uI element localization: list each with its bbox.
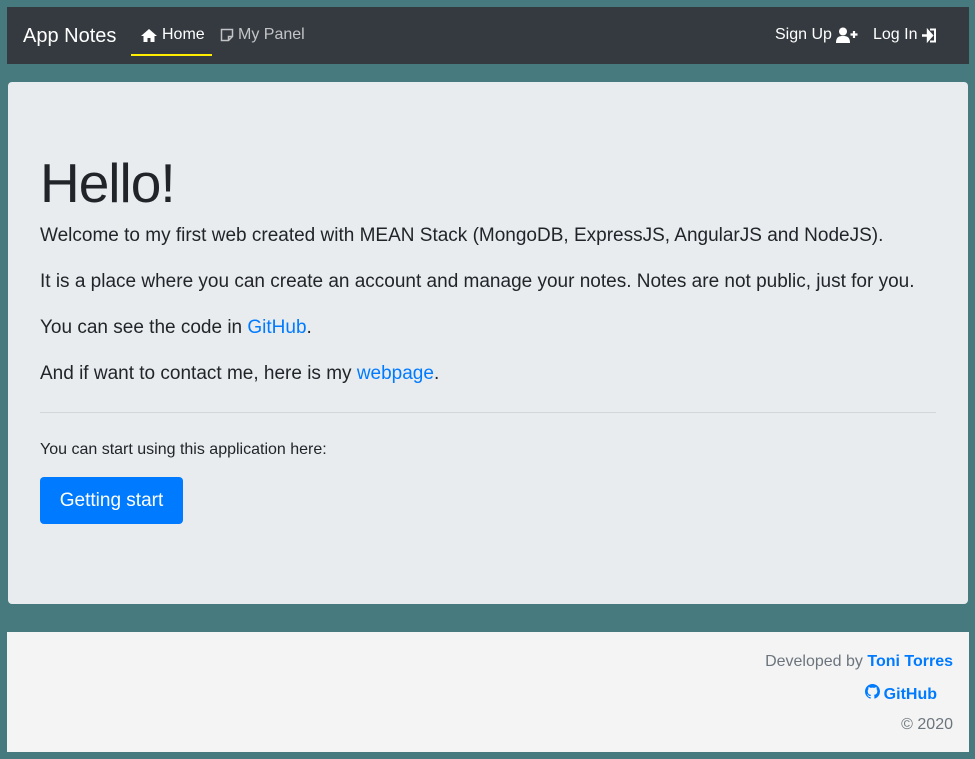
description-text: It is a place where you can create an ac… [40, 271, 915, 292]
author-link[interactable]: Toni Torres [867, 653, 953, 670]
user-plus-icon [835, 27, 858, 43]
github-icon [864, 684, 880, 705]
getting-start-button[interactable]: Getting start [40, 477, 183, 524]
copyright-text: © 2020 [901, 716, 953, 733]
nav-home-link[interactable]: Home [140, 25, 205, 45]
nav-my-panel-link[interactable]: My Panel [220, 25, 305, 45]
intro-prefix: Welcome to my first web created with [40, 225, 360, 246]
intro-mean: MEAN [359, 225, 415, 246]
top-navbar: App Notes Home My Panel Sign Up Log In [7, 7, 969, 64]
page-title: Hello! [40, 152, 176, 214]
footer-github-label: GitHub [883, 685, 937, 703]
divider [40, 412, 936, 413]
intro-text: Welcome to my first web created with MEA… [40, 224, 883, 248]
brand-link[interactable]: App Notes [23, 24, 116, 48]
page-footer: Developed by Toni Torres GitHub © 2020 [7, 632, 969, 752]
webpage-link[interactable]: webpage [357, 363, 434, 384]
developed-by-label: Developed by [765, 653, 868, 670]
contact-prefix: And if want to contact me, here is my [40, 363, 357, 384]
active-tab-underline [131, 54, 212, 56]
contact-suffix: . [433, 363, 440, 384]
contact-text: And if want to contact me, here is my we… [40, 362, 439, 386]
footer-github-link[interactable]: GitHub [864, 684, 937, 705]
nav-sign-up-label: Sign Up [775, 26, 832, 43]
github-code-link[interactable]: GitHub [247, 317, 306, 338]
nav-my-panel-label: My Panel [238, 26, 305, 43]
nav-sign-up-link[interactable]: Sign Up [775, 25, 858, 45]
sticky-note-icon [220, 28, 234, 42]
nav-log-in-link[interactable]: Log In [873, 25, 937, 45]
code-suffix: . [306, 317, 312, 338]
code-text: You can see the code in GitHub. [40, 316, 312, 340]
intro-suffix: Stack (MongoDB, ExpressJS, AngularJS and… [414, 225, 884, 246]
welcome-jumbotron: Hello! Welcome to my first web created w… [8, 82, 968, 604]
start-text: You can start using this application her… [40, 441, 327, 458]
home-icon [140, 28, 158, 43]
code-prefix: You can see the code in [40, 317, 248, 338]
nav-home-label: Home [162, 26, 205, 43]
sign-in-icon [921, 27, 937, 43]
nav-log-in-label: Log In [873, 26, 918, 43]
developed-by-text: Developed by Toni Torres [765, 652, 953, 672]
